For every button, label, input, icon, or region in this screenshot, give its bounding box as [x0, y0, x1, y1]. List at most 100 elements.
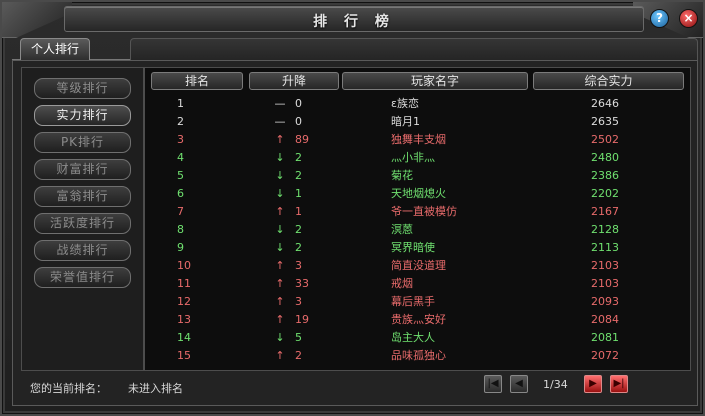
change-cell: 2: [295, 223, 302, 236]
rank-cell: 13: [177, 313, 191, 326]
change-cell: 1: [295, 205, 302, 218]
change-arrow-icon: ↑: [275, 205, 285, 218]
help-button[interactable]: ?: [650, 9, 669, 28]
power-cell: 2093: [591, 295, 619, 308]
table-body: 1—0 ε族恋 2646 2—0 暗月1 2635 3 ↑ 89 独舞丰支烟 2502 4 ↓ 2 灬小非灬…: [145, 95, 690, 365]
rank-cell: 14: [177, 331, 191, 344]
table-row[interactable]: 1 — 0 ε族恋 2646: [145, 95, 690, 113]
sidebar-item-rich-ranking[interactable]: 富翁排行: [34, 186, 131, 207]
change-cell: 2: [295, 349, 302, 362]
table-row[interactable]: 9 ↓ 2 冥界暗使 2113: [145, 239, 690, 257]
column-header-combined-power[interactable]: 综合实力: [533, 72, 684, 90]
current-rank-label: 您的当前排名：: [30, 382, 107, 395]
player-name-cell: 幕后黑手: [391, 295, 435, 308]
power-cell: 2103: [591, 259, 619, 272]
table-row[interactable]: 8 ↓ 2 溟蒽 2128: [145, 221, 690, 239]
column-header-player-name[interactable]: 玩家名字: [342, 72, 528, 90]
previous-page-button[interactable]: ◀: [510, 375, 528, 393]
change-arrow-icon: ↓: [275, 241, 285, 254]
table-row[interactable]: 12 ↑ 3 幕后黑手 2093: [145, 293, 690, 311]
table-row[interactable]: 15 ↑ 2 品味孤独心 2072: [145, 347, 690, 365]
table-row[interactable]: 11 ↑ 33 戒烟 2103: [145, 275, 690, 293]
table-row[interactable]: 7 ↑ 1 爷一直被模仿 2167: [145, 203, 690, 221]
previous-page-icon: ◀: [515, 378, 523, 389]
player-name-cell: 简直没道理: [391, 259, 446, 272]
page-indicator: 1/34: [543, 378, 568, 391]
sidebar-item-honor-ranking[interactable]: 荣誉值排行: [34, 267, 131, 288]
table-row[interactable]: 10 ↑ 3 简直没道理 2103: [145, 257, 690, 275]
player-name-cell: 戒烟: [391, 277, 413, 290]
sidebar-item-activity-ranking[interactable]: 活跃度排行: [34, 213, 131, 234]
tab-strip: 个人排行: [12, 38, 698, 60]
footer-bar: 您的当前排名： 未进入排名 |◀ ◀ 1/34 ▶ ▶|: [12, 372, 698, 400]
content-panel: 等级排行 实力排行 PK排行 财富排行 富翁排行 活跃度排行 战绩排行 荣誉值排…: [12, 60, 698, 406]
change-arrow-icon: ↓: [275, 169, 285, 182]
player-name-cell: 岛主大人: [391, 331, 435, 344]
sidebar-item-pk-ranking[interactable]: PK排行: [34, 132, 131, 153]
rank-cell: 10: [177, 259, 191, 272]
power-cell: 2081: [591, 331, 619, 344]
player-name-cell: 溟蒽: [391, 223, 413, 236]
change-arrow-icon: ↑: [275, 259, 285, 272]
change-cell: 0: [295, 115, 302, 128]
player-name-cell: 暗月1: [391, 115, 420, 128]
rank-cell: 5: [177, 169, 184, 182]
table-row[interactable]: 4 ↓ 2 灬小非灬 2480: [145, 149, 690, 167]
rank-cell: 7: [177, 205, 184, 218]
question-icon: ?: [656, 11, 663, 25]
power-cell: 2202: [591, 187, 619, 200]
change-arrow-icon: ↓: [275, 223, 285, 236]
power-cell: 2502: [591, 133, 619, 146]
column-header-change[interactable]: 升降: [249, 72, 339, 90]
leaderboard-window: 排 行 榜 ? × 个人排行 等级排行 实力排行 PK排行 财富排行 富翁排行 …: [0, 0, 705, 416]
change-arrow-icon: ↑: [275, 349, 285, 362]
change-cell: 5: [295, 331, 302, 344]
sidebar-item-wealth-ranking[interactable]: 财富排行: [34, 159, 131, 180]
table-row[interactable]: 6 ↓ 1 天地烟熄火 2202: [145, 185, 690, 203]
rank-cell: 4: [177, 151, 184, 164]
table-row[interactable]: 3 ↑ 89 独舞丰支烟 2502: [145, 131, 690, 149]
player-name-cell: 品味孤独心: [391, 349, 446, 362]
change-arrow-icon: ↑: [275, 277, 285, 290]
sidebar-item-battle-record-ranking[interactable]: 战绩排行: [34, 240, 131, 261]
sidebar-item-level-ranking[interactable]: 等级排行: [34, 78, 131, 99]
last-page-icon: ▶|: [613, 378, 625, 389]
player-name-cell: 爷一直被模仿: [391, 205, 457, 218]
table-row[interactable]: 2 — 0 暗月1 2635: [145, 113, 690, 131]
power-cell: 2072: [591, 349, 619, 362]
change-cell: 2: [295, 241, 302, 254]
change-cell: 33: [295, 277, 309, 290]
table-row[interactable]: 5 ↓ 2 菊花 2386: [145, 167, 690, 185]
title-bar[interactable]: 排 行 榜: [64, 6, 644, 32]
player-name-cell: 独舞丰支烟: [391, 133, 446, 146]
table-row[interactable]: 13 ↑ 19 贵族灬安好 2084: [145, 311, 690, 329]
rank-cell: 9: [177, 241, 184, 254]
ornament-left-wing: [2, 2, 72, 38]
power-cell: 2480: [591, 151, 619, 164]
rank-cell: 8: [177, 223, 184, 236]
last-page-button[interactable]: ▶|: [610, 375, 628, 393]
rank-cell: 6: [177, 187, 184, 200]
change-cell: 3: [295, 295, 302, 308]
change-arrow-icon: ↓: [275, 151, 285, 164]
tab-personal-ranking[interactable]: 个人排行: [20, 38, 91, 60]
change-cell: 19: [295, 313, 309, 326]
player-name-cell: 菊花: [391, 169, 413, 182]
change-cell: 89: [295, 133, 309, 146]
first-page-button[interactable]: |◀: [484, 375, 502, 393]
first-page-icon: |◀: [487, 378, 499, 389]
change-arrow-icon: ↓: [275, 187, 285, 200]
power-cell: 2167: [591, 205, 619, 218]
player-name-cell: 冥界暗使: [391, 241, 435, 254]
current-rank-value: 未进入排名: [128, 382, 183, 395]
power-cell: 2128: [591, 223, 619, 236]
rank-cell: 15: [177, 349, 191, 362]
next-page-button[interactable]: ▶: [584, 375, 602, 393]
close-icon: ×: [683, 11, 694, 25]
change-arrow-icon: ↓: [275, 331, 285, 344]
column-header-rank[interactable]: 排名: [151, 72, 243, 90]
sidebar-item-power-ranking[interactable]: 实力排行: [34, 105, 131, 126]
close-button[interactable]: ×: [679, 9, 698, 28]
next-page-icon: ▶: [589, 378, 597, 389]
table-row[interactable]: 14 ↓ 5 岛主大人 2081: [145, 329, 690, 347]
